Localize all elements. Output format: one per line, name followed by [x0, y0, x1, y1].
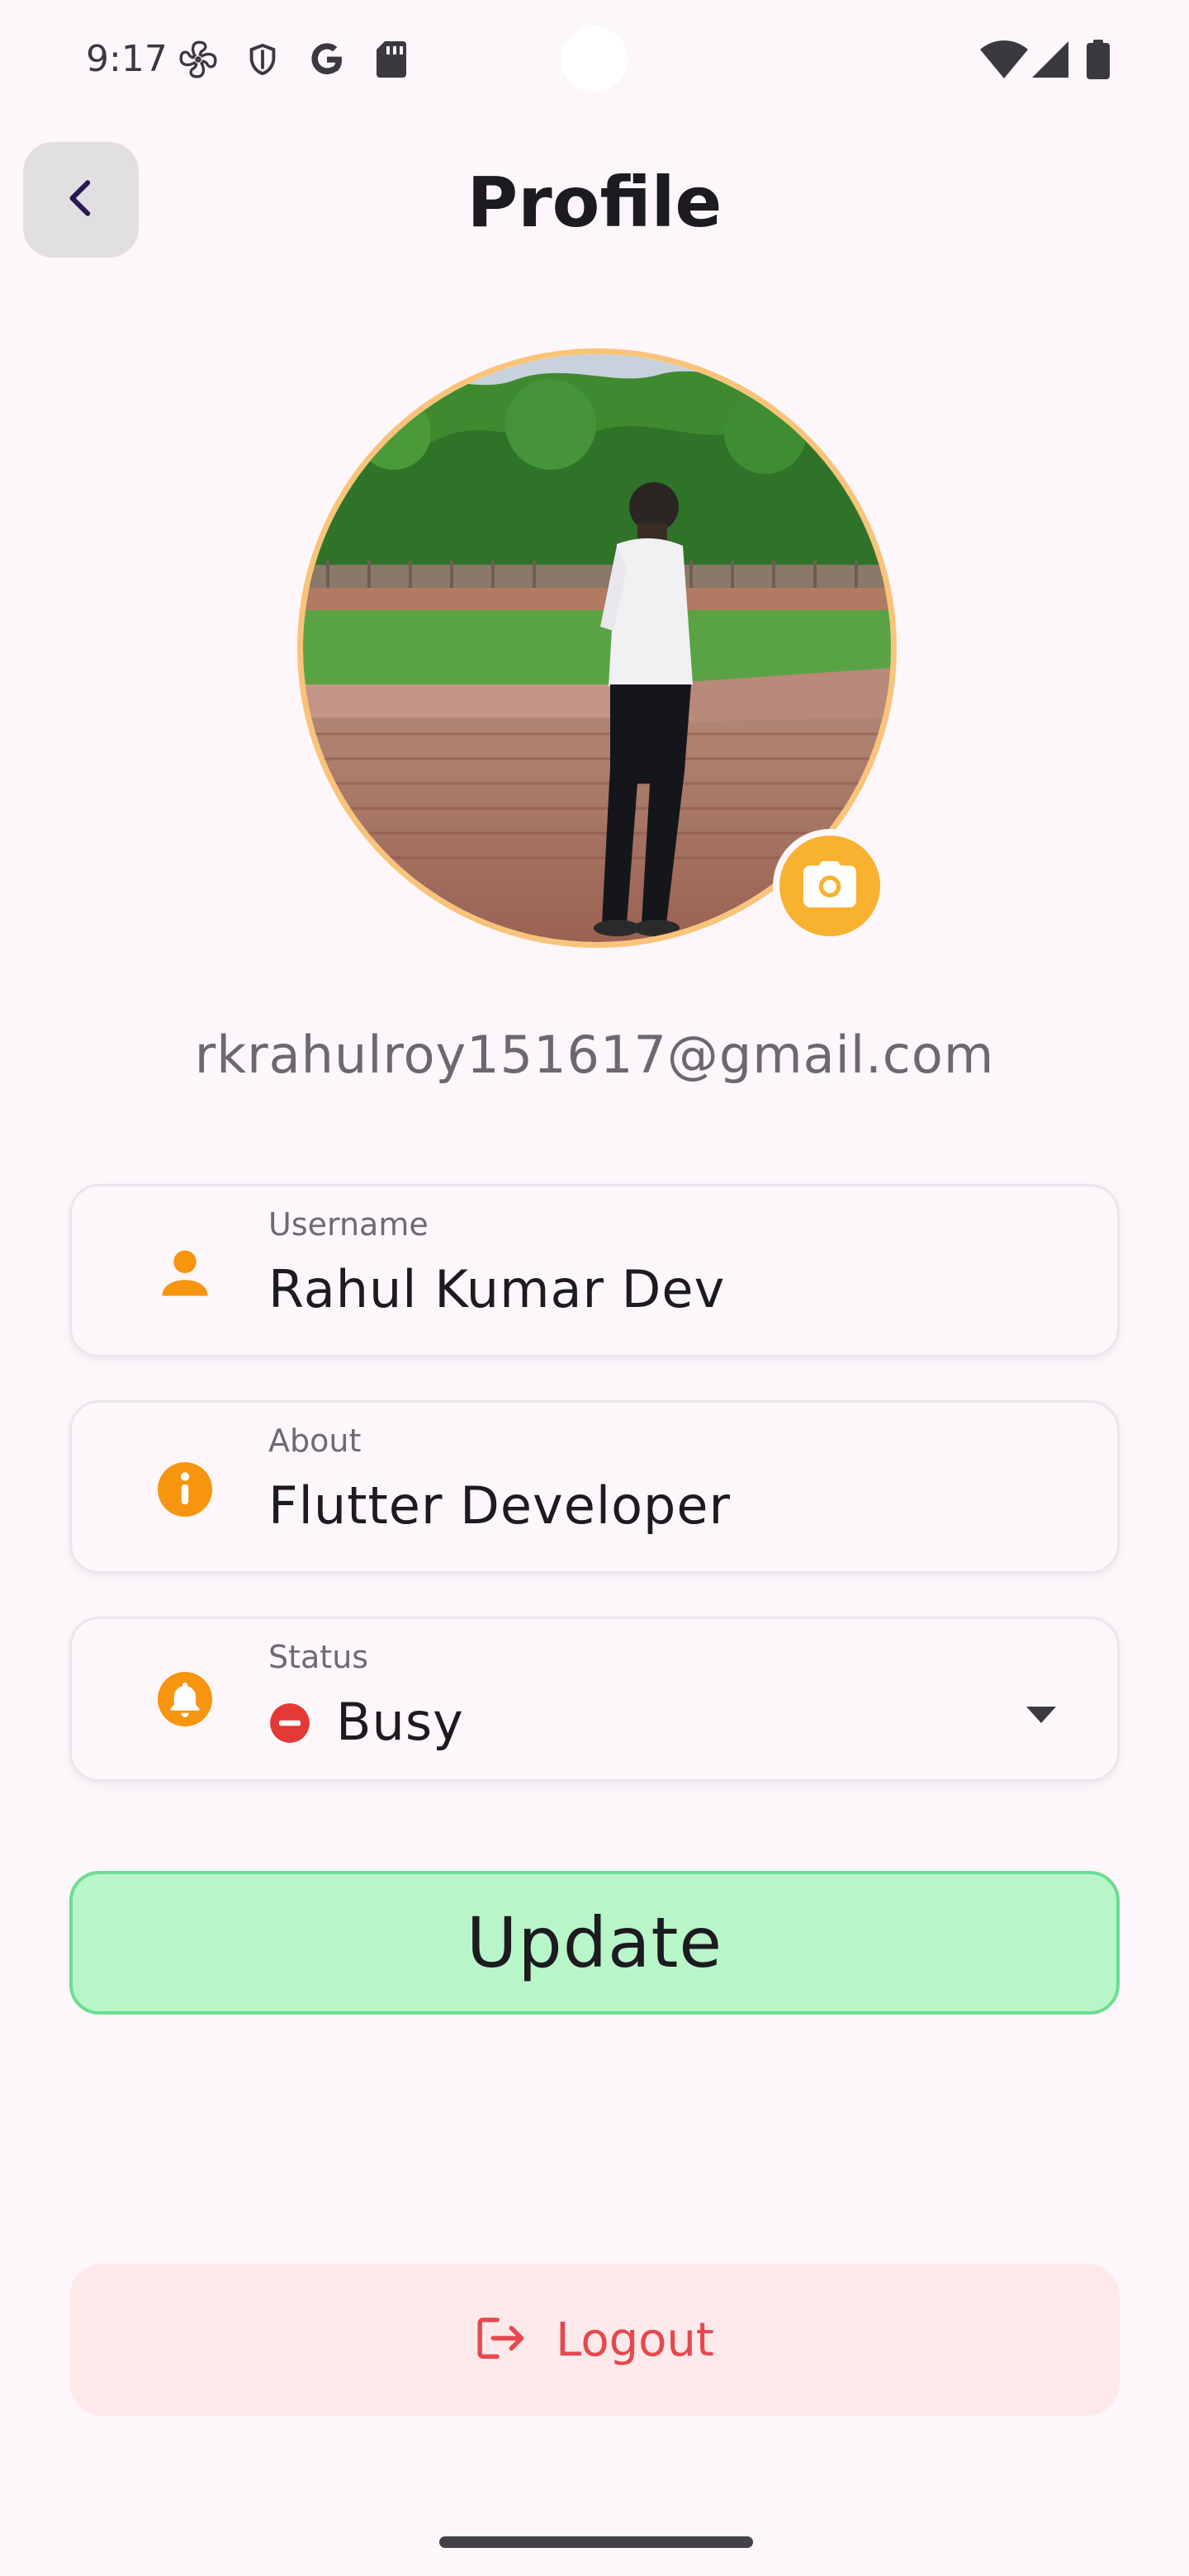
wifi-icon: [979, 38, 1029, 81]
logout-icon: [475, 2313, 528, 2366]
google-icon: [306, 38, 348, 81]
change-photo-button[interactable]: [773, 829, 887, 943]
do-not-disturb-icon: [268, 1702, 313, 1746]
info-icon: [154, 1459, 216, 1520]
status-label: Status: [268, 1639, 369, 1675]
person-icon: [154, 1243, 216, 1304]
username-value[interactable]: Rahul Kumar Dev: [268, 1259, 725, 1319]
front-camera: [561, 26, 628, 92]
logout-button[interactable]: Logout: [69, 2264, 1120, 2416]
email-text: rkrahulroy151617@gmail.com: [194, 1025, 995, 1085]
bell-icon: [154, 1669, 216, 1730]
signal-icon: [1030, 38, 1070, 81]
status-time: 9:17: [86, 38, 168, 80]
shield-icon: [241, 38, 284, 81]
sd-card-icon: [370, 38, 413, 81]
about-label: About: [268, 1423, 362, 1459]
about-value[interactable]: Flutter Developer: [268, 1475, 731, 1536]
username-label: Username: [268, 1206, 429, 1243]
home-indicator[interactable]: [439, 2536, 753, 2548]
username-field[interactable]: Username Rahul Kumar Dev: [69, 1184, 1120, 1357]
logout-label: Logout: [556, 2313, 714, 2367]
dropdown-arrow-icon[interactable]: [1025, 1705, 1063, 1730]
status-value[interactable]: Busy: [336, 1692, 464, 1752]
battery-icon: [1082, 38, 1115, 81]
status-dropdown[interactable]: Status Busy: [69, 1617, 1120, 1782]
fan-icon: [177, 38, 220, 81]
about-field[interactable]: About Flutter Developer: [69, 1400, 1120, 1574]
update-button[interactable]: Update: [69, 1871, 1120, 2015]
page-title: Profile: [467, 162, 722, 243]
camera-icon: [803, 861, 856, 911]
